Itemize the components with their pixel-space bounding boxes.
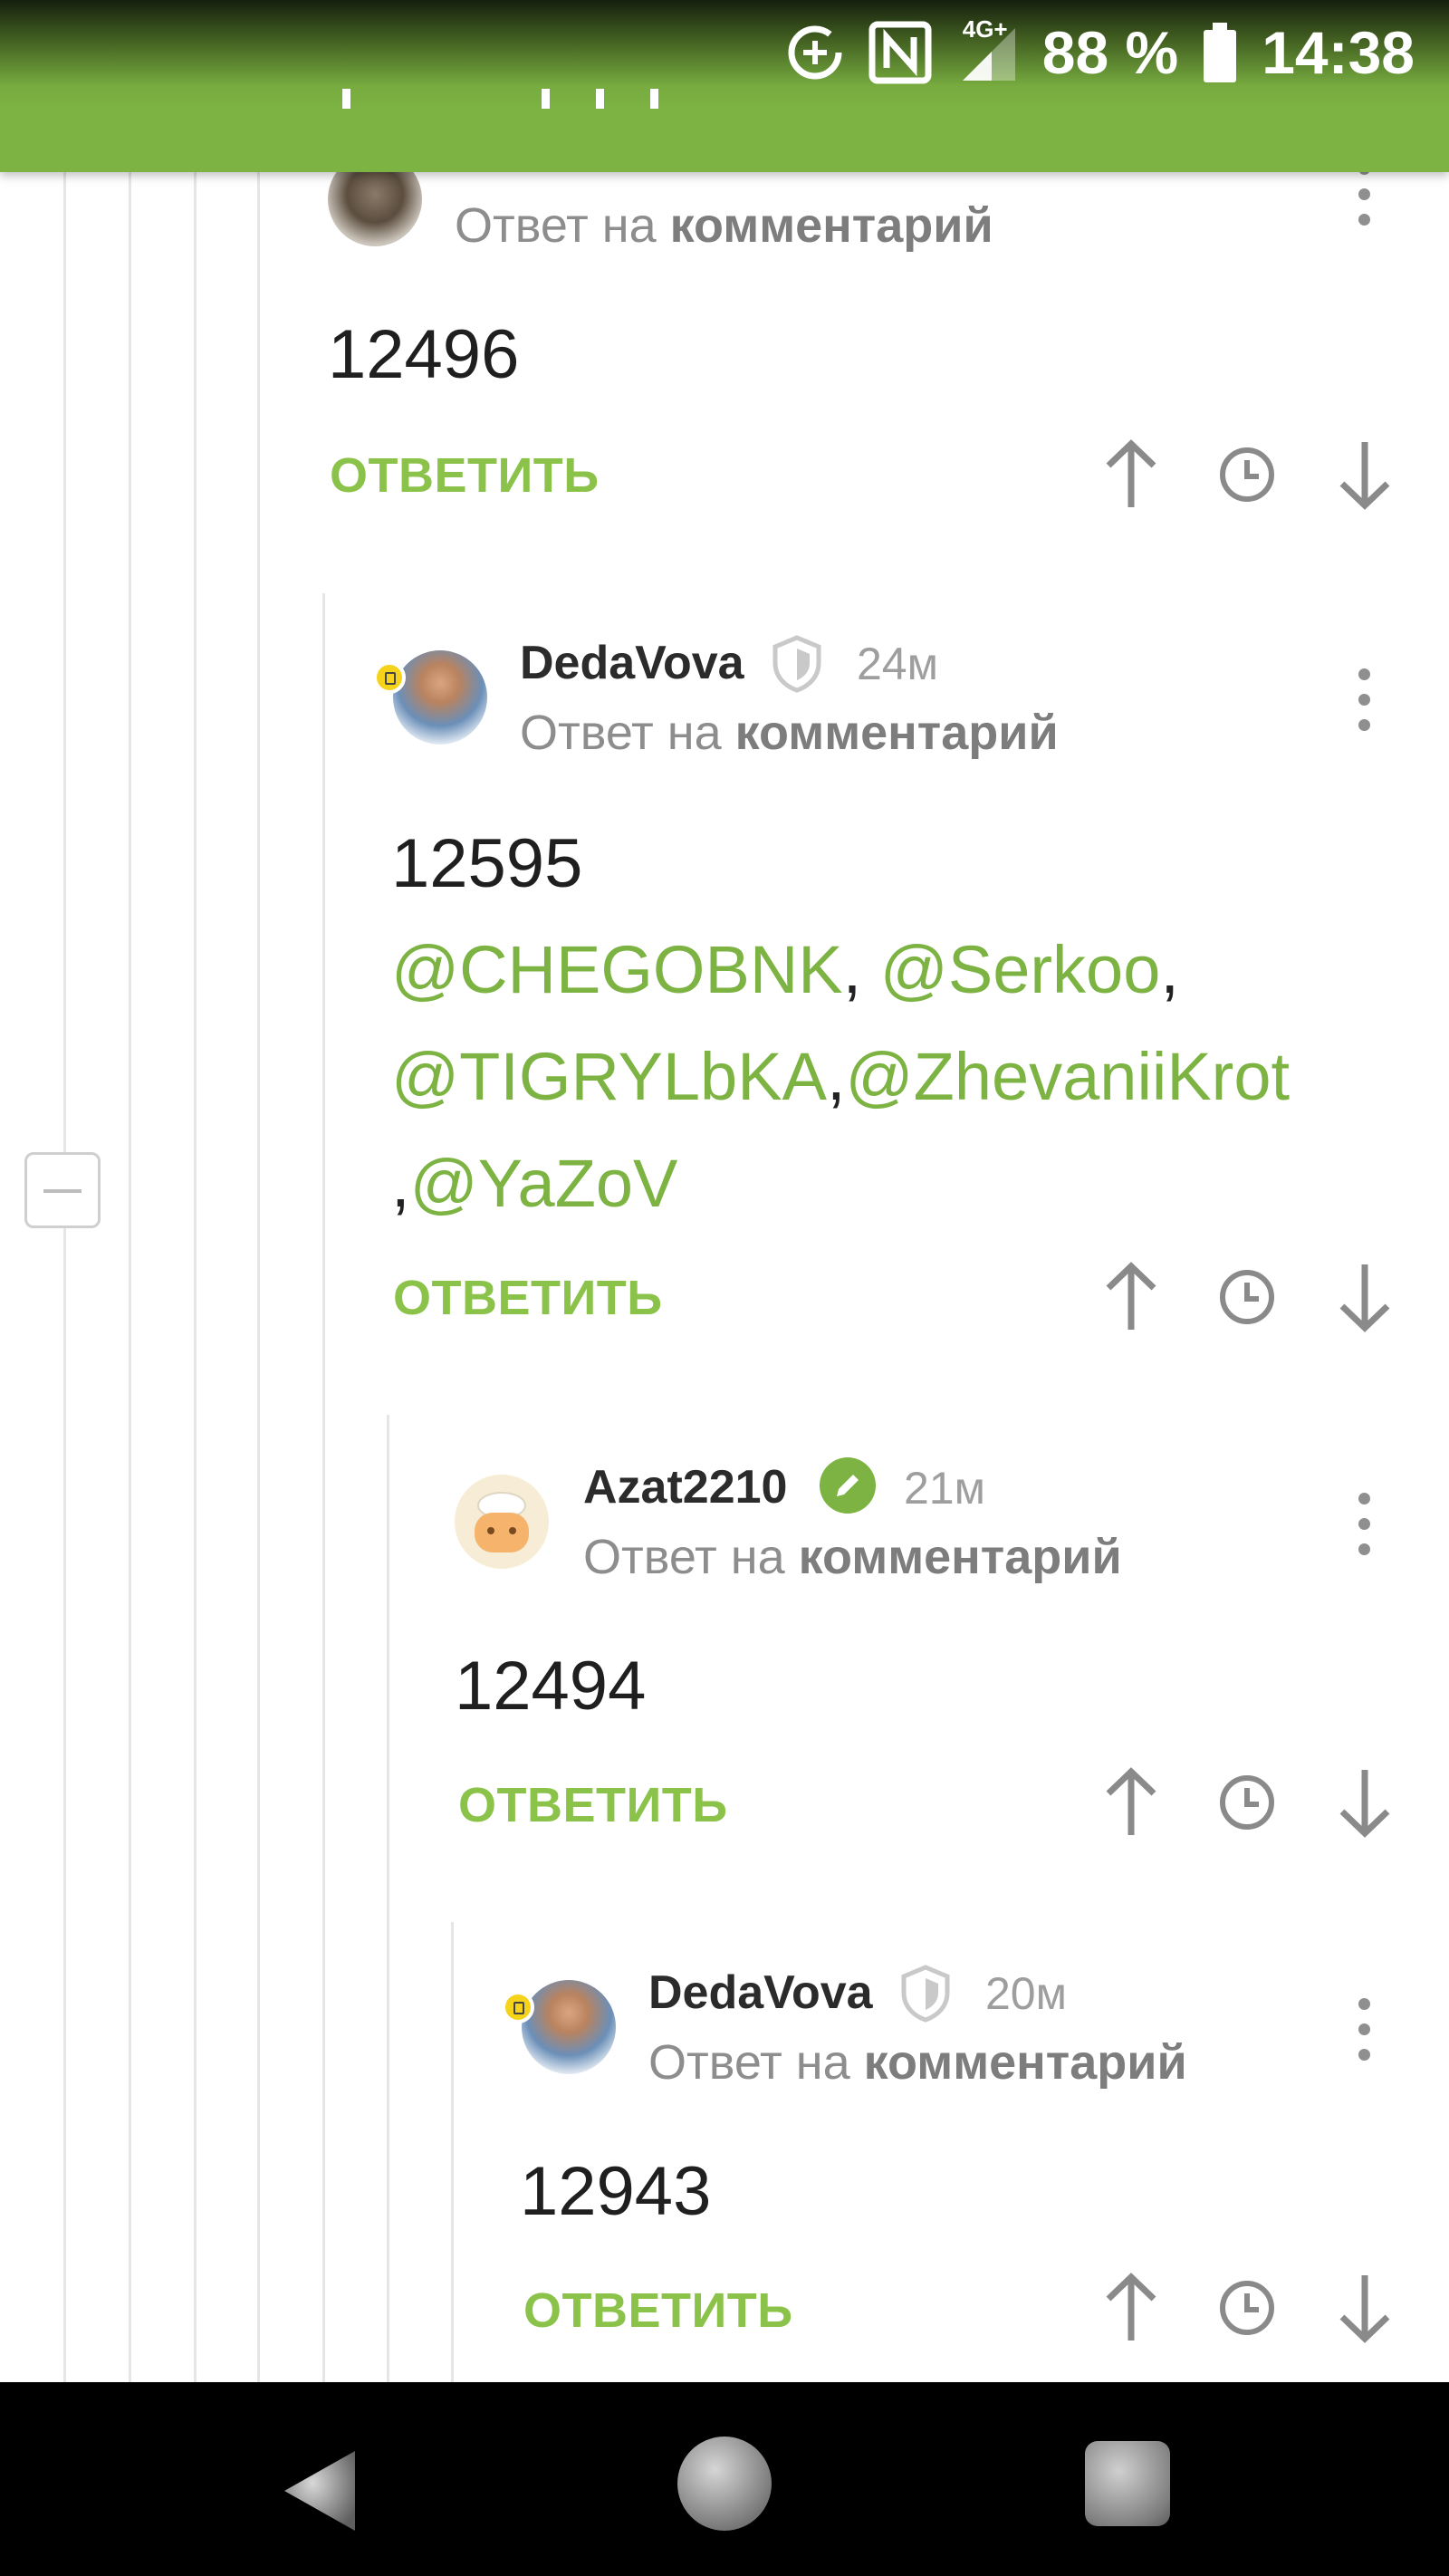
separator: , — [826, 1039, 846, 1114]
thread-line — [63, 172, 66, 2382]
more-options-icon[interactable] — [1355, 1998, 1373, 2062]
reply-button[interactable]: ОТВЕТИТЬ — [458, 1777, 728, 1833]
mention-link[interactable]: @CHEGOBNK — [391, 932, 843, 1007]
comment-body: 12943 — [520, 2153, 712, 2230]
cook-avatar-icon — [475, 1492, 529, 1552]
clock-icon[interactable] — [1215, 438, 1279, 511]
mentions-block: @CHEGOBNK, @Serkoo, @TIGRYLbKA,@Zhevanii… — [391, 917, 1290, 1237]
username[interactable]: DedaVova — [648, 1966, 873, 2020]
downvote-icon[interactable] — [1333, 438, 1396, 511]
back-icon[interactable] — [279, 2446, 360, 2536]
network-type: 4G+ — [962, 14, 1008, 43]
status-bar: 4G+ 88 % 14:38 — [0, 0, 1449, 172]
clock-icon[interactable] — [1215, 1766, 1279, 1839]
reply-to-link[interactable]: комментарий — [799, 1530, 1122, 1584]
signal-icon: 4G+ — [955, 15, 1019, 84]
avatar[interactable] — [455, 1475, 549, 1569]
mention-link[interactable]: @TIGRYLbKA — [391, 1039, 827, 1114]
badge-icon — [502, 1991, 534, 2023]
reply-to-prefix: Ответ на — [648, 2035, 850, 2090]
shield-icon — [772, 635, 821, 693]
battery-percent: 88 % — [1041, 18, 1179, 86]
navigation-bar — [0, 2382, 1449, 2576]
comment-body: 12496 — [328, 316, 520, 393]
more-options-icon[interactable] — [1355, 163, 1373, 226]
reply-to-text: Ответ на комментарий — [455, 197, 993, 254]
username[interactable]: Azat2210 — [583, 1460, 787, 1514]
upvote-icon[interactable] — [1099, 438, 1163, 511]
status-icons: 4G+ 88 % 14:38 — [785, 15, 1415, 86]
clock: 14:38 — [1262, 18, 1415, 86]
mention-link[interactable]: @Serkoo — [880, 932, 1161, 1007]
upvote-icon[interactable] — [1099, 1261, 1163, 1333]
reply-button[interactable]: ОТВЕТИТЬ — [523, 2283, 793, 2339]
reply-to-text: Ответ на комментарий — [648, 2034, 1187, 2091]
battery-icon — [1202, 21, 1238, 84]
home-icon[interactable] — [677, 2437, 772, 2531]
reply-to-prefix: Ответ на — [520, 706, 722, 760]
mention-link[interactable]: @YaZoV — [410, 1146, 678, 1221]
username[interactable]: DedaVova — [520, 636, 744, 690]
reply-button[interactable]: ОТВЕТИТЬ — [393, 1270, 663, 1326]
avatar[interactable] — [393, 650, 487, 745]
reply-to-text: Ответ на комментарий — [520, 705, 1059, 761]
mention-link[interactable]: @ZhevaniiKrot — [846, 1039, 1291, 1114]
badge-icon — [373, 661, 406, 694]
pencil-icon — [820, 1457, 876, 1514]
reply-to-link[interactable]: комментарий — [670, 198, 993, 253]
nfc-icon — [868, 21, 932, 84]
comment-body: 12595 — [391, 825, 583, 902]
thread-line — [129, 172, 131, 2382]
separator: , — [391, 1146, 410, 1221]
thread-line — [451, 1922, 454, 2382]
avatar[interactable] — [522, 1980, 616, 2074]
reply-button[interactable]: ОТВЕТИТЬ — [330, 447, 600, 504]
reply-to-link[interactable]: комментарий — [735, 706, 1059, 760]
collapse-thread-button[interactable] — [24, 1152, 101, 1228]
upvote-icon[interactable] — [1099, 2272, 1163, 2344]
data-saver-icon — [785, 23, 845, 82]
comment-body: 12494 — [455, 1648, 647, 1725]
reply-to-link[interactable]: комментарий — [864, 2035, 1187, 2090]
downvote-icon[interactable] — [1333, 1261, 1396, 1333]
recent-apps-icon[interactable] — [1085, 2441, 1170, 2526]
thread-line — [387, 1415, 389, 2382]
page-title-partial — [342, 89, 668, 111]
clock-icon[interactable] — [1215, 2272, 1279, 2344]
comment-time: 20м — [985, 1968, 1067, 2019]
reply-to-text: Ответ на комментарий — [583, 1529, 1122, 1585]
comment-time: 21м — [904, 1463, 985, 1514]
clock-icon[interactable] — [1215, 1261, 1279, 1333]
more-options-icon[interactable] — [1355, 1493, 1373, 1556]
downvote-icon[interactable] — [1333, 2272, 1396, 2344]
thread-line — [194, 172, 197, 2382]
comment-time: 24м — [857, 639, 938, 689]
separator: , — [1160, 932, 1179, 1007]
shield-icon — [901, 1965, 950, 2023]
separator: , — [842, 932, 880, 1007]
more-options-icon[interactable] — [1355, 668, 1373, 732]
reply-to-prefix: Ответ на — [455, 198, 657, 253]
thread-line — [322, 593, 325, 2382]
thread-line — [257, 172, 260, 2382]
upvote-icon[interactable] — [1099, 1766, 1163, 1839]
reply-to-prefix: Ответ на — [583, 1530, 785, 1584]
downvote-icon[interactable] — [1333, 1766, 1396, 1839]
